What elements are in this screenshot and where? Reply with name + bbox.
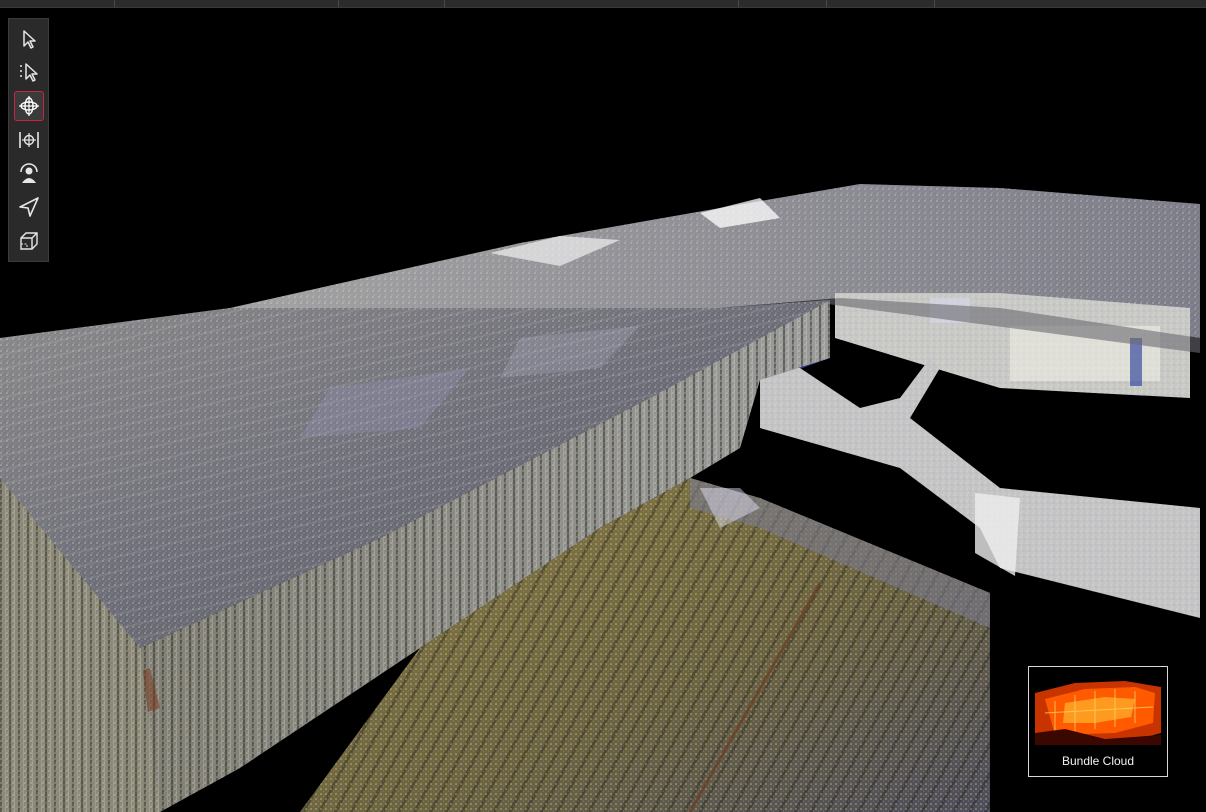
fly-tool-button[interactable] [14, 192, 44, 222]
dotted-arrow-cursor-icon [20, 63, 38, 82]
person-view-icon [20, 163, 38, 183]
top-bar-divider [338, 0, 339, 7]
top-bar-divider [738, 0, 739, 7]
select-tool-button[interactable] [14, 24, 44, 54]
pan-tool-button[interactable] [14, 125, 44, 155]
arrow-cursor-icon [23, 30, 36, 49]
top-bar-divider [444, 0, 445, 7]
pan-bracket-icon [19, 132, 39, 148]
top-bar-divider [934, 0, 935, 7]
section-box-icon [20, 232, 38, 250]
point-cloud-scene [0, 8, 1206, 812]
top-bar-divider [826, 0, 827, 7]
navigation-toolbar [8, 18, 49, 262]
top-bar-divider [114, 0, 115, 7]
point-cloud-viewport[interactable] [0, 8, 1206, 812]
bundle-cloud-thumbnail [1035, 673, 1161, 745]
multi-select-tool-button[interactable] [14, 57, 44, 87]
section-box-tool-button[interactable] [14, 226, 44, 256]
bundle-cloud-preview[interactable]: Bundle Cloud [1028, 666, 1168, 777]
preview-label: Bundle Cloud [1061, 754, 1135, 768]
paper-plane-icon [19, 197, 39, 217]
top-bar [0, 0, 1206, 8]
orbit-crosshair-icon [19, 96, 39, 116]
walk-tool-button[interactable] [14, 158, 44, 188]
orbit-tool-button[interactable] [14, 91, 44, 121]
